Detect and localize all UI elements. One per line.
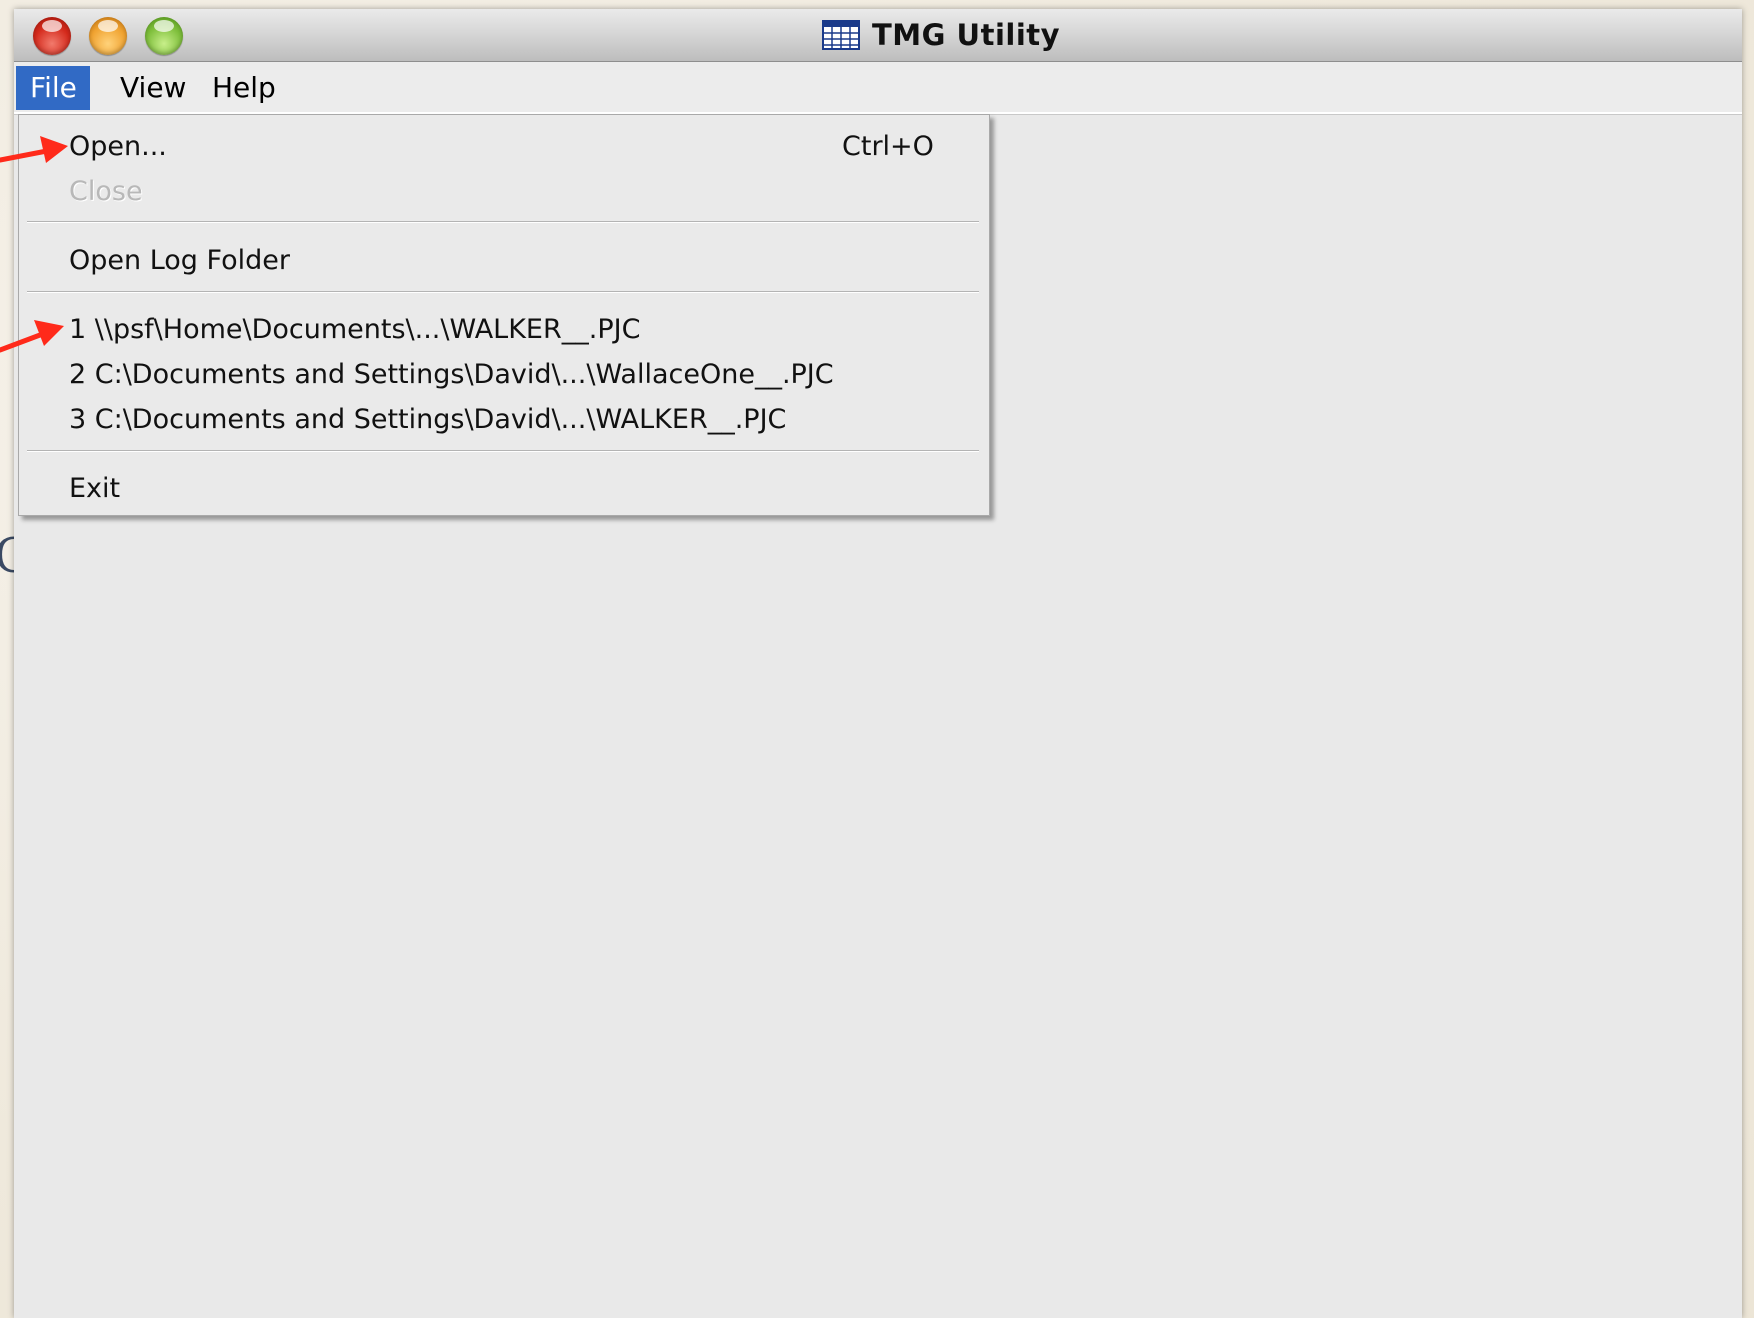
menu-item-exit-label: Exit [69,473,121,504]
menu-file[interactable]: File [16,66,90,110]
menu-item-recent-1[interactable]: 1 \\psf\Home\Documents\...\WALKER__.PJC [19,308,987,352]
menu-item-open-log-folder[interactable]: Open Log Folder [19,239,987,283]
menu-separator [27,450,979,452]
menu-item-close: Close [19,170,987,214]
zoom-window-button[interactable] [145,17,183,55]
menu-help-label: Help [212,71,276,104]
menu-item-open-label: Open... [69,131,167,162]
close-window-button[interactable] [33,17,71,55]
window-title: TMG Utility [872,18,1061,52]
menu-item-exit[interactable]: Exit [19,467,987,511]
table-grid-icon [822,20,860,50]
menu-separator [27,221,979,223]
menu-bar: File View Help [14,62,1742,114]
annotation-arrow-open [0,136,68,163]
title-bar[interactable]: TMG Utility [14,9,1742,62]
menu-item-open[interactable]: Open... Ctrl+O [19,125,987,169]
menu-item-recent-3[interactable]: 3 C:\Documents and Settings\David\...\WA… [19,398,987,442]
menu-item-open-log-folder-label: Open Log Folder [69,245,290,276]
menu-item-recent-1-label: 1 \\psf\Home\Documents\...\WALKER__.PJC [69,314,641,345]
file-menu-dropdown: Open... Ctrl+O Close Open Log Folder 1 \… [18,114,990,516]
menu-item-recent-2-label: 2 C:\Documents and Settings\David\...\Wa… [69,359,834,390]
menu-view-label: View [120,71,187,104]
minimize-window-button[interactable] [89,17,127,55]
menu-separator [27,291,979,293]
menu-help[interactable]: Help [198,66,290,110]
annotation-arrow-recent [0,320,64,353]
window-title-group: TMG Utility [822,17,1060,53]
menu-item-open-shortcut: Ctrl+O [842,131,934,162]
menu-item-close-label: Close [69,176,143,207]
menu-view[interactable]: View [106,66,200,110]
menu-item-recent-2[interactable]: 2 C:\Documents and Settings\David\...\Wa… [19,353,987,397]
menu-item-recent-3-label: 3 C:\Documents and Settings\David\...\WA… [69,404,787,435]
menu-file-label: File [30,71,77,104]
